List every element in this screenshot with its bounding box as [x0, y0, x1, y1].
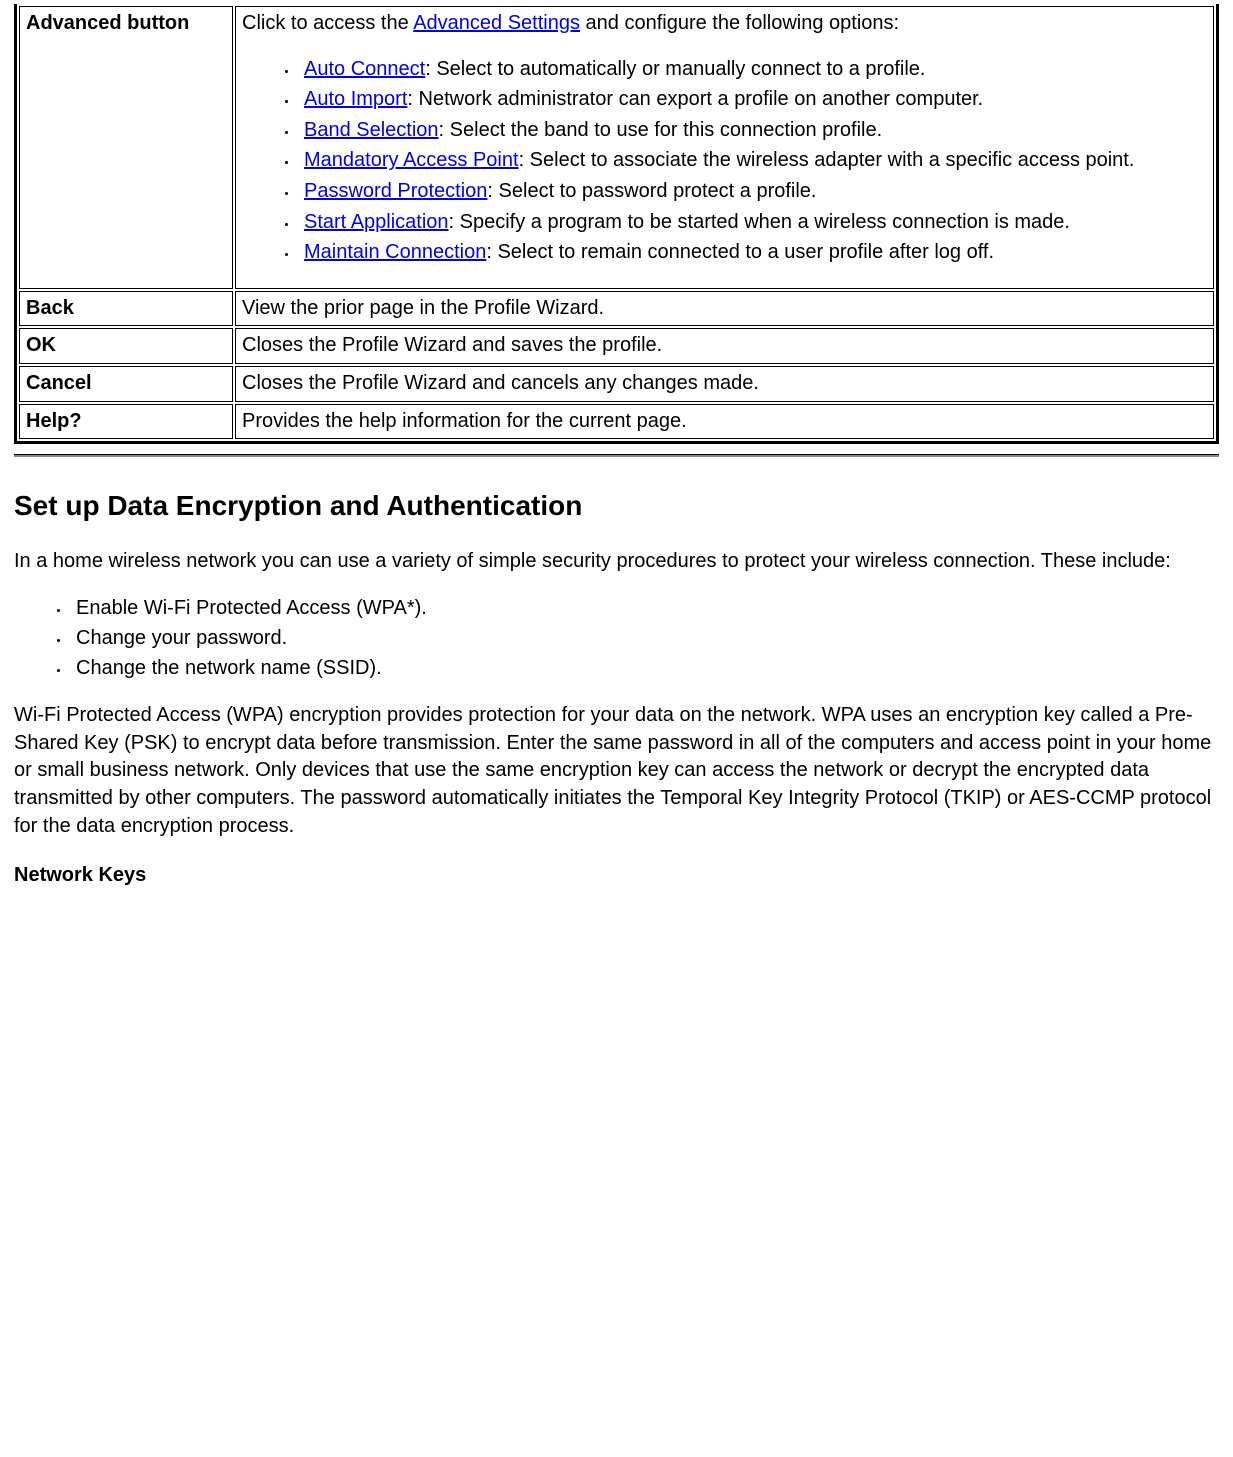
- option-desc: : Select the band to use for this connec…: [439, 119, 883, 141]
- row-label: Advanced button: [19, 6, 233, 289]
- start-application-link[interactable]: Start Application: [304, 211, 449, 233]
- row-content: Closes the Profile Wizard and saves the …: [235, 328, 1214, 364]
- option-desc: : Select to automatically or manually co…: [425, 58, 925, 80]
- paragraph: In a home wireless network you can use a…: [14, 548, 1219, 576]
- option-desc: : Select to remain connected to a user p…: [486, 241, 994, 263]
- row-content: Closes the Profile Wizard and cancels an…: [235, 366, 1214, 402]
- security-procedures-list: Enable Wi-Fi Protected Access (WPA*). Ch…: [14, 595, 1219, 682]
- list-item: Enable Wi-Fi Protected Access (WPA*).: [70, 595, 1219, 623]
- table-row: Help? Provides the help information for …: [19, 404, 1214, 440]
- row-content: View the prior page in the Profile Wizar…: [235, 291, 1214, 327]
- row-label: Back: [19, 291, 233, 327]
- section-heading: Set up Data Encryption and Authenticatio…: [14, 487, 1219, 526]
- horizontal-rule: [14, 454, 1219, 457]
- subsection-heading: Network Keys: [14, 862, 1219, 890]
- auto-import-link[interactable]: Auto Import: [304, 88, 407, 110]
- table-row: Advanced button Click to access the Adva…: [19, 6, 1214, 289]
- row-content: Provides the help information for the cu…: [235, 404, 1214, 440]
- intro-text-post: and configure the following options:: [580, 12, 899, 34]
- row-label: Help?: [19, 404, 233, 440]
- band-selection-link[interactable]: Band Selection: [304, 119, 439, 141]
- option-desc: : Network administrator can export a pro…: [407, 88, 983, 110]
- mandatory-access-point-link[interactable]: Mandatory Access Point: [304, 149, 519, 171]
- maintain-connection-link[interactable]: Maintain Connection: [304, 241, 486, 263]
- auto-connect-link[interactable]: Auto Connect: [304, 58, 425, 80]
- option-desc: : Select to password protect a profile.: [487, 180, 816, 202]
- row-label: Cancel: [19, 366, 233, 402]
- table-row: OK Closes the Profile Wizard and saves t…: [19, 328, 1214, 364]
- list-item: Auto Import: Network administrator can e…: [298, 86, 1207, 114]
- advanced-options-list: Auto Connect: Select to automatically or…: [242, 56, 1207, 267]
- list-item: Change your password.: [70, 625, 1219, 653]
- list-item: Password Protection: Select to password …: [298, 178, 1207, 206]
- table-row: Back View the prior page in the Profile …: [19, 291, 1214, 327]
- row-label: OK: [19, 328, 233, 364]
- list-item: Auto Connect: Select to automatically or…: [298, 56, 1207, 84]
- table-row: Cancel Closes the Profile Wizard and can…: [19, 366, 1214, 402]
- option-desc: : Specify a program to be started when a…: [449, 211, 1070, 233]
- password-protection-link[interactable]: Password Protection: [304, 180, 487, 202]
- list-item: Maintain Connection: Select to remain co…: [298, 239, 1207, 267]
- list-item: Mandatory Access Point: Select to associ…: [298, 147, 1207, 175]
- row-content: Click to access the Advanced Settings an…: [235, 6, 1214, 289]
- list-item: Band Selection: Select the band to use f…: [298, 117, 1207, 145]
- paragraph: Wi-Fi Protected Access (WPA) encryption …: [14, 702, 1219, 840]
- list-item: Change the network name (SSID).: [70, 655, 1219, 683]
- advanced-settings-link[interactable]: Advanced Settings: [413, 12, 580, 34]
- option-desc: : Select to associate the wireless adapt…: [519, 149, 1135, 171]
- description-table: Advanced button Click to access the Adva…: [14, 4, 1219, 444]
- intro-text-pre: Click to access the: [242, 12, 413, 34]
- list-item: Start Application: Specify a program to …: [298, 209, 1207, 237]
